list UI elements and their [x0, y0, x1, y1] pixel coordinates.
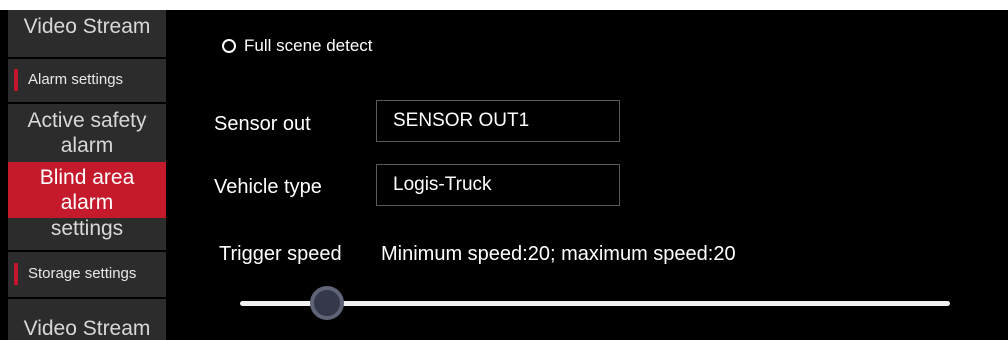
- sidebar-item-storage-settings[interactable]: Storage settings: [8, 252, 166, 297]
- sidebar-item-label: Alarm settings: [28, 71, 124, 88]
- sidebar: Video Stream Alarm settings Active safet…: [8, 10, 166, 340]
- full-scene-detect-option[interactable]: Full scene detect: [222, 36, 373, 56]
- app-screen: Video Stream Alarm settings Active safet…: [0, 10, 1008, 340]
- speed-slider-handle[interactable]: [310, 286, 344, 320]
- sidebar-item-label: Blind area: [39, 166, 135, 189]
- sensor-out-value: SENSOR OUT1: [393, 110, 530, 131]
- sidebar-item-label: alarm: [60, 191, 114, 214]
- sidebar-item-settings[interactable]: settings: [8, 218, 166, 246]
- sidebar-item-label: settings: [50, 217, 124, 240]
- vehicle-type-label: Vehicle type: [214, 176, 322, 198]
- trigger-speed-label: Trigger speed: [219, 243, 342, 265]
- sensor-out-label: Sensor out: [214, 113, 311, 135]
- sidebar-item-video-stream-top[interactable]: Video Stream: [8, 14, 166, 42]
- speed-slider-track[interactable]: [240, 301, 950, 306]
- sidebar-item-label: Video Stream: [23, 317, 151, 340]
- sidebar-item-label: alarm: [60, 134, 114, 157]
- divider: [8, 102, 166, 104]
- sidebar-item-alarm-settings[interactable]: Alarm settings: [8, 59, 166, 102]
- vehicle-type-value: Logis-Truck: [393, 174, 492, 195]
- sidebar-item-blind-area-alarm[interactable]: Blind area alarm: [8, 162, 166, 218]
- sidebar-item-active-safety-alarm[interactable]: Active safety alarm: [8, 108, 166, 162]
- radio-button[interactable]: [222, 39, 236, 53]
- sidebar-item-label: Active safety: [27, 109, 147, 132]
- full-scene-detect-label: Full scene detect: [244, 36, 373, 55]
- sidebar-item-video-stream-bottom[interactable]: Video Stream: [8, 316, 166, 340]
- section-marker: [14, 69, 18, 91]
- section-marker: [14, 263, 18, 285]
- sidebar-item-label: Video Stream: [23, 15, 151, 38]
- trigger-speed-text: Minimum speed:20; maximum speed:20: [381, 243, 736, 265]
- vehicle-type-field[interactable]: Logis-Truck: [376, 164, 620, 206]
- sensor-out-field[interactable]: SENSOR OUT1: [376, 100, 620, 142]
- settings-panel: Full scene detect Sensor out SENSOR OUT1…: [166, 10, 1008, 340]
- divider: [8, 297, 166, 299]
- sidebar-item-label: Storage settings: [28, 265, 137, 282]
